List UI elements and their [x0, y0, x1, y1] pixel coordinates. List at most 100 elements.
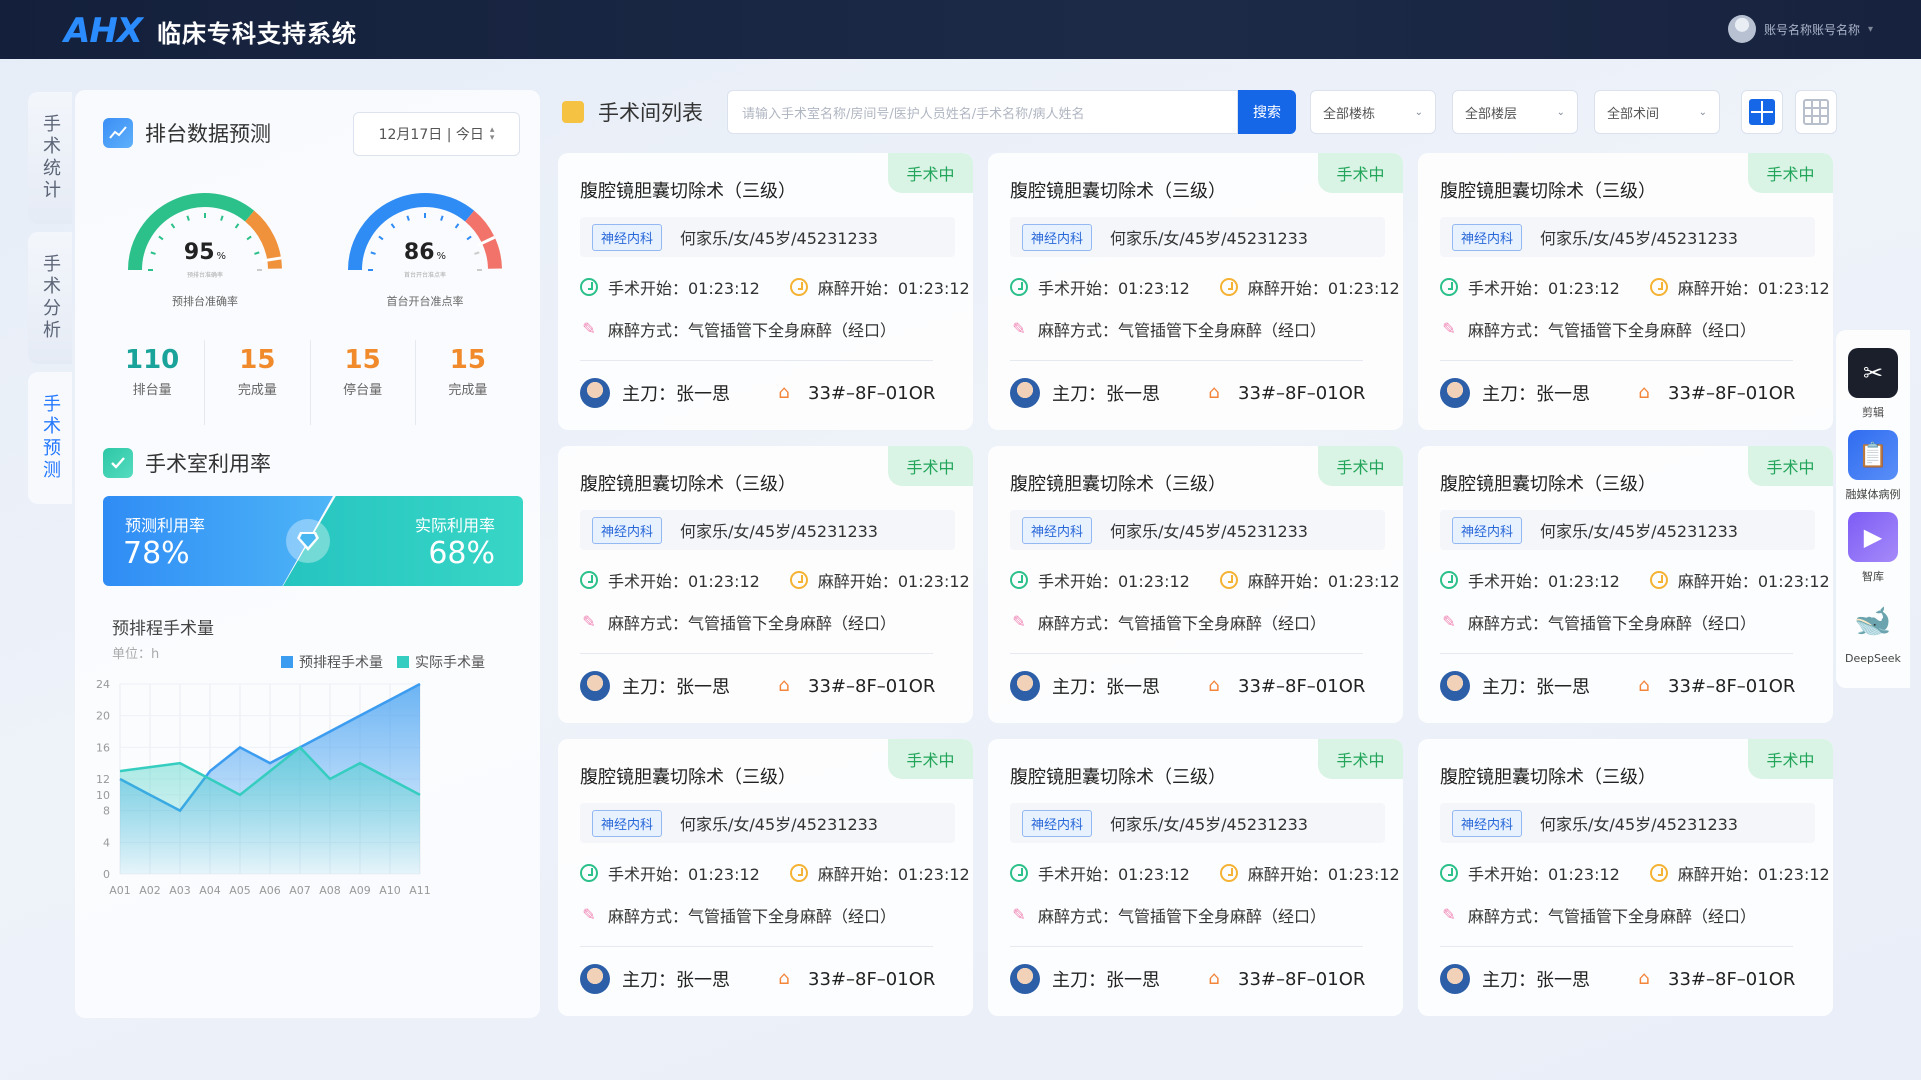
anesthesia-method-text: 麻醉方式：气管插管下全身麻醉（经口）	[1468, 907, 1757, 926]
card-footer: 主刀：张一思 ⌂ 33#–8F–01OR	[580, 964, 935, 994]
department-tag: 神经内科	[592, 516, 663, 544]
account-menu[interactable]: 账号名称账号名称 ▾	[1727, 15, 1873, 43]
gauge-value: 95%	[183, 240, 227, 265]
x-tick-label: A01	[109, 884, 131, 897]
room-icon: ⌂	[1638, 675, 1650, 696]
anesthesia-method: ✎ 麻醉方式：气管插管下全身麻醉（经口）	[1440, 610, 1756, 634]
dock-label: 剪辑	[1862, 406, 1884, 419]
surgery-room-card[interactable]: 腹腔镜胆囊切除术（三级） 手术中 神经内科 何家乐/女/45岁/45231233 手术开…	[558, 446, 973, 723]
surgery-room-card[interactable]: 腹腔镜胆囊切除术（三级） 手术中 神经内科 何家乐/女/45岁/45231233 手术开…	[1418, 446, 1833, 723]
gauge-tick	[220, 215, 224, 221]
gauge-punctuality: 86% 首台开台准点率 首台开台准点率	[340, 185, 510, 315]
room-select[interactable]: 全部术间 ⌄	[1594, 90, 1720, 134]
date-select[interactable]: 12月17日 | 今日 ▴ ▾	[353, 112, 520, 156]
main-header: 手术间列表	[562, 90, 703, 134]
x-tick-label: A03	[169, 884, 191, 897]
room-number: 33#–8F–01OR	[808, 382, 936, 404]
dock-item-edit[interactable]: ✂ 剪辑	[1836, 348, 1910, 420]
x-tick-label: A02	[139, 884, 161, 897]
actual-value: 68%	[428, 536, 495, 571]
tab-surgery-analysis[interactable]: 手术分析	[28, 232, 72, 364]
clock-icon	[789, 864, 808, 882]
stat-label: 完成量	[448, 383, 488, 398]
surgery-room-card[interactable]: 腹腔镜胆囊切除术（三级） 手术中 神经内科 何家乐/女/45岁/45231233 手术开…	[988, 153, 1403, 430]
clock-icon	[1649, 864, 1668, 882]
stat-scheduled: 110 排台量	[100, 340, 206, 425]
surgery-room-card[interactable]: 腹腔镜胆囊切除术（三级） 手术中 神经内科 何家乐/女/45岁/45231233 手术开…	[1418, 153, 1833, 430]
patient-row: 神经内科 何家乐/女/45岁/45231233	[580, 217, 955, 257]
tab-surgery-statistics[interactable]: 手术统计	[28, 92, 72, 224]
surgery-room-card[interactable]: 腹腔镜胆囊切除术（三级） 手术中 神经内科 何家乐/女/45岁/45231233 手术开…	[1418, 739, 1833, 1016]
list-icon	[562, 101, 584, 123]
clock-icon	[1219, 864, 1238, 882]
search-button[interactable]: 搜索	[1238, 90, 1296, 134]
dock-item-deepseek[interactable]: 🐋 DeepSeek	[1836, 596, 1910, 666]
utilization-title: 手术室利用率	[145, 452, 271, 476]
y-tick-label: 16	[96, 741, 110, 754]
floor-select[interactable]: 全部楼层 ⌄	[1452, 90, 1578, 134]
surgery-name: 腹腔镜胆囊切除术（三级）	[580, 474, 796, 495]
time-row: 手术开始：01:23:12 麻醉开始：01:23:12	[1440, 861, 1830, 885]
legend-item-scheduled[interactable]: 预排程手术量	[281, 652, 383, 672]
surgery-room-card[interactable]: 腹腔镜胆囊切除术（三级） 手术中 神经内科 何家乐/女/45岁/45231233 手术开…	[558, 739, 973, 1016]
time-row: 手术开始：01:23:12 麻醉开始：01:23:12	[1440, 275, 1830, 299]
surgeon-name: 主刀：张一思	[622, 970, 730, 991]
divider	[1440, 946, 1793, 947]
anesthesia-start: 麻醉开始：01:23:12	[1219, 275, 1400, 299]
surgery-room-card[interactable]: 腹腔镜胆囊切除术（三级） 手术中 神经内科 何家乐/女/45岁/45231233 手术开…	[988, 739, 1403, 1016]
gauge-tick	[454, 223, 460, 229]
x-tick-label: A06	[259, 884, 281, 897]
diamond-icon	[286, 519, 330, 563]
gauge-tick	[466, 235, 472, 241]
clock-icon	[1219, 278, 1238, 296]
surgery-room-card[interactable]: 腹腔镜胆囊切除术（三级） 手术中 神经内科 何家乐/女/45岁/45231233 手术开…	[988, 446, 1403, 723]
account-name: 账号名称账号名称	[1763, 22, 1860, 37]
utilization-header: 手术室利用率	[103, 448, 271, 478]
left-panel: 排台数据预测 12月17日 | 今日 ▴ ▾ 95% 预排台准确率 预排台准确率 …	[75, 90, 540, 1018]
clock-icon	[1010, 571, 1028, 589]
gauge-tick	[390, 223, 396, 229]
room-icon: ⌂	[778, 382, 790, 403]
divider	[580, 653, 933, 654]
gauge-sublabel: 预排台准确率	[186, 272, 223, 279]
gauge-tick	[440, 215, 444, 221]
clock-icon	[580, 864, 598, 882]
anesthesia-start-text: 麻醉开始：01:23:12	[1247, 865, 1400, 884]
film-icon: ▶	[1848, 512, 1898, 562]
surgery-start-text: 手术开始：01:23:12	[1038, 865, 1190, 884]
surgeon-avatar	[1440, 671, 1470, 701]
tab-surgery-forecast[interactable]: 手术预测	[28, 372, 72, 504]
x-tick-label: A07	[289, 884, 311, 897]
room-number: 33#–8F–01OR	[808, 675, 936, 697]
anesthesia-start-text: 麻醉开始：01:23:12	[1247, 279, 1400, 298]
dock-item-media-case[interactable]: 📋 融媒体病例	[1836, 430, 1910, 502]
app-logo[interactable]: AHX	[64, 11, 143, 51]
anesthesia-method-text: 麻醉方式：气管插管下全身麻醉（经口）	[608, 614, 897, 633]
sort-icon: ▴ ▾	[489, 125, 495, 143]
clock-icon	[1440, 864, 1458, 882]
time-row: 手术开始：01:23:12 麻醉开始：01:23:12	[580, 275, 970, 299]
search-placeholder: 请输入手术室名称/房间号/医护人员姓名/手术名称/病人姓名	[742, 106, 1085, 122]
surgery-start-text: 手术开始：01:23:12	[1468, 279, 1620, 298]
legend-item-actual[interactable]: 实际手术量	[397, 652, 485, 672]
tab-label: 手术统计	[40, 114, 61, 202]
forecast-header: 排台数据预测	[103, 118, 271, 148]
patient-info: 何家乐/女/45岁/45231233	[1540, 522, 1738, 541]
patient-info: 何家乐/女/45岁/45231233	[1110, 522, 1308, 541]
patient-info: 何家乐/女/45岁/45231233	[680, 522, 878, 541]
surgery-name: 腹腔镜胆囊切除术（三级）	[1010, 767, 1226, 788]
patient-info: 何家乐/女/45岁/45231233	[1540, 229, 1738, 248]
anesthesia-start: 麻醉开始：01:23:12	[1649, 568, 1830, 592]
search-input[interactable]: 请输入手术室名称/房间号/医护人员姓名/手术名称/病人姓名	[727, 90, 1238, 134]
surgery-room-card[interactable]: 腹腔镜胆囊切除术（三级） 手术中 神经内科 何家乐/女/45岁/45231233 手术开…	[558, 153, 973, 430]
surgeon-name: 主刀：张一思	[1052, 970, 1160, 991]
legend-label: 预排程手术量	[299, 655, 383, 671]
anesthesia-start: 麻醉开始：01:23:12	[789, 275, 970, 299]
building-select[interactable]: 全部楼栋 ⌄	[1310, 90, 1436, 134]
patient-row: 神经内科 何家乐/女/45岁/45231233	[580, 803, 955, 843]
time-row: 手术开始：01:23:12 麻醉开始：01:23:12	[1010, 568, 1400, 592]
grid-view-button[interactable]	[1741, 90, 1783, 134]
table-view-button[interactable]	[1795, 90, 1837, 134]
card-footer: 主刀：张一思 ⌂ 33#–8F–01OR	[1440, 378, 1795, 408]
dock-item-think-tank[interactable]: ▶ 智库	[1836, 512, 1910, 584]
